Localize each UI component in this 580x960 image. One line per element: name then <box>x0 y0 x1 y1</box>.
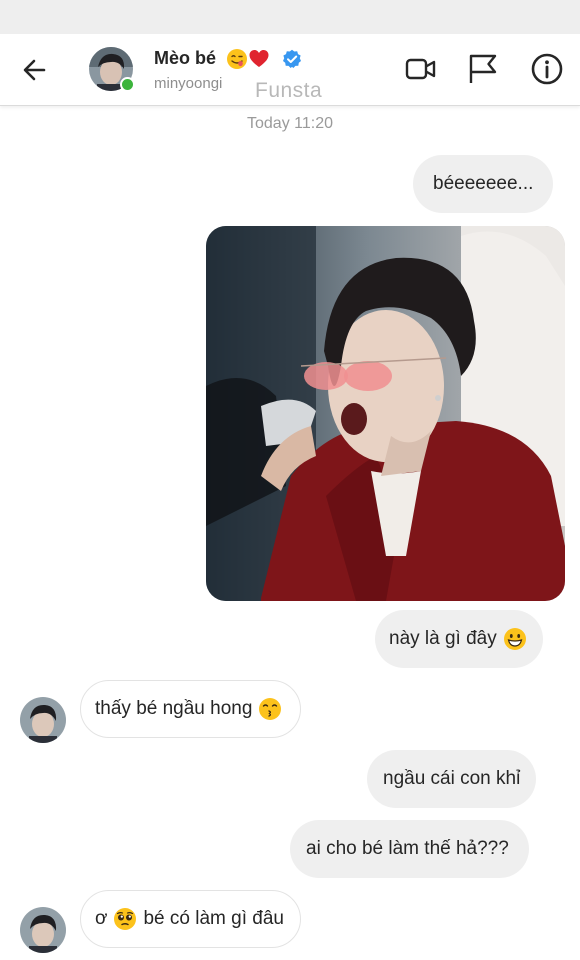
status-bar <box>0 0 580 34</box>
contact-avatar[interactable] <box>89 47 135 92</box>
outgoing-message[interactable]: béeeeeee... <box>413 155 554 213</box>
message-text: ơ <box>95 908 108 929</box>
chat-header: Mèo bé minyoongi Funsta <box>0 34 580 106</box>
message-text: ai cho bé làm thế hả??? <box>306 838 509 859</box>
photo-image <box>206 226 565 601</box>
thread-timestamp: Today 11:20 <box>247 115 333 132</box>
message-text: béeeeeee... <box>433 173 534 194</box>
pleading-face-emoji <box>114 908 137 930</box>
verified-badge-icon <box>283 49 301 68</box>
outgoing-message[interactable]: ai cho bé làm thế hả??? <box>290 820 529 878</box>
video-call-icon[interactable] <box>404 52 438 86</box>
message-text: ngầu cái con khỉ <box>383 768 521 789</box>
face-savoring-food-emoji <box>227 49 247 69</box>
back-arrow-icon[interactable] <box>18 54 50 86</box>
message-text: thấy bé ngầu hong <box>95 698 253 719</box>
account-label: Funsta <box>255 79 323 102</box>
sender-avatar[interactable] <box>20 697 66 743</box>
outgoing-message[interactable]: ngầu cái con khỉ <box>367 750 537 808</box>
contact-name[interactable]: Mèo bé <box>154 48 216 69</box>
grinning-face-emoji <box>503 628 526 650</box>
sender-avatar[interactable] <box>20 907 66 953</box>
incoming-message[interactable]: thấy bé ngầu hong <box>80 680 302 738</box>
red-heart-emoji <box>249 50 269 67</box>
info-icon[interactable] <box>530 52 564 86</box>
flag-icon[interactable] <box>466 52 500 86</box>
online-status-dot <box>120 77 135 92</box>
message-text: bé có làm gì đâu <box>143 908 284 929</box>
outgoing-photo-message[interactable] <box>206 226 565 601</box>
incoming-message[interactable]: ơ bé có làm gì đâu <box>80 890 301 948</box>
contact-username: minyoongi <box>154 75 223 92</box>
outgoing-message[interactable]: này là gì đây <box>375 610 543 668</box>
kissing-face-emoji <box>259 698 282 720</box>
message-text: này là gì đây <box>389 628 497 649</box>
